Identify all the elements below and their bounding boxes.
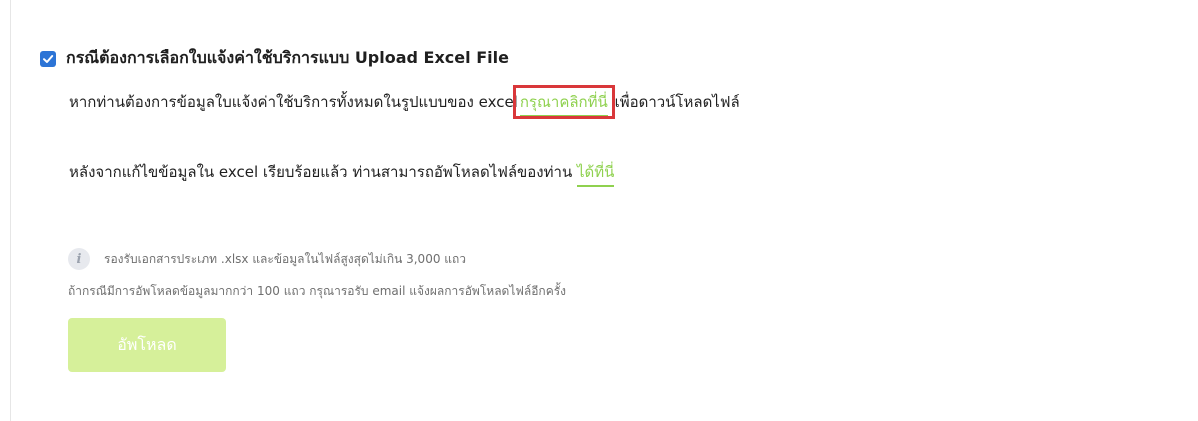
upload-text: หลังจากแก้ไขข้อมูลใน excel เรียบร้อยแล้ว… xyxy=(69,163,573,181)
highlight-box: กรุณาคลิกที่นี่ xyxy=(512,85,615,119)
info-note: i รองรับเอกสารประเภท .xlsx และข้อมูลในไฟ… xyxy=(68,248,466,270)
email-notice-note: ถ้ากรณีมีการอัพโหลดข้อมูลมากกว่า 100 แถว… xyxy=(68,284,567,298)
download-text-before: หากท่านต้องการข้อมูลใบแจ้งค่าใช้บริการทั… xyxy=(69,93,518,111)
file-requirement-note: รองรับเอกสารประเภท .xlsx และข้อมูลในไฟล์… xyxy=(104,251,467,266)
download-link[interactable]: กรุณาคลิกที่นี่ xyxy=(519,93,608,117)
download-instruction: หากท่านต้องการข้อมูลใบแจ้งค่าใช้บริการทั… xyxy=(69,85,740,119)
upload-link[interactable]: ได้ที่นี่ xyxy=(576,163,615,187)
left-divider xyxy=(10,0,11,421)
upload-option-title: กรณีต้องการเลือกใบแจ้งค่าใช้บริการแบบ Up… xyxy=(66,48,509,67)
upload-button[interactable]: อัพโหลด xyxy=(68,318,226,372)
upload-option-header: กรณีต้องการเลือกใบแจ้งค่าใช้บริการแบบ Up… xyxy=(40,46,509,71)
info-icon: i xyxy=(68,248,90,270)
download-text-after: เพื่อดาวน์โหลดไฟล์ xyxy=(614,93,740,111)
upload-excel-checkbox[interactable] xyxy=(40,50,56,67)
upload-instruction: หลังจากแก้ไขข้อมูลใน excel เรียบร้อยแล้ว… xyxy=(69,160,615,187)
checkmark-icon xyxy=(43,54,54,63)
